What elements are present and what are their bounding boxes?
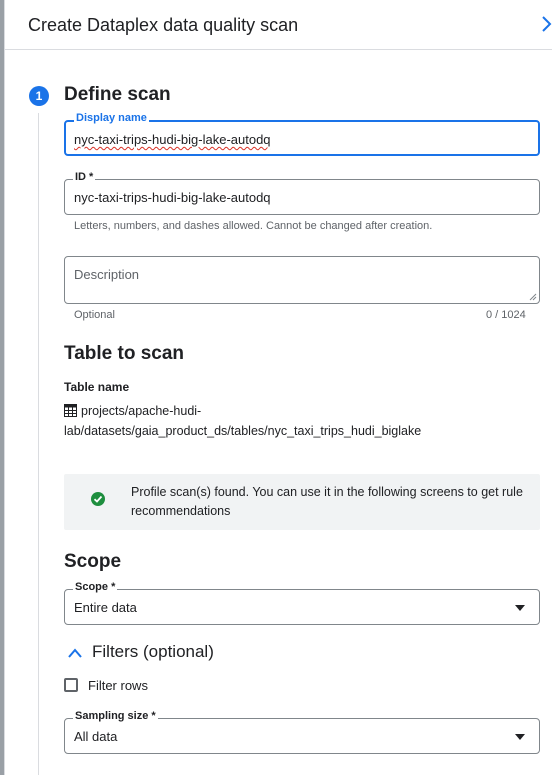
id-label: ID *: [73, 171, 96, 183]
description-placeholder: Description: [74, 267, 140, 282]
scope-section-title: Scope: [64, 551, 122, 572]
table-name-label: Table name: [64, 380, 130, 394]
scope-value: Entire data: [74, 600, 137, 615]
description-hint: Optional: [74, 309, 115, 321]
table-path-line2: lab/datasets/gaia_product_ds/tables/nyc_…: [64, 424, 422, 438]
chevron-up-icon[interactable]: [67, 647, 83, 659]
profile-scan-info-box: Profile scan(s) found. You can use it in…: [64, 474, 540, 530]
scope-select[interactable]: Scope * Entire data: [64, 581, 540, 625]
check-circle-icon: [91, 492, 105, 506]
filter-rows-checkbox[interactable]: [64, 678, 78, 692]
id-value[interactable]: nyc-taxi-trips-hudi-big-lake-autodq: [74, 190, 271, 205]
dropdown-arrow-icon[interactable]: [515, 605, 525, 611]
display-name-field[interactable]: Display name nyc-taxi-trips-hudi-big-lak…: [64, 112, 540, 156]
id-field[interactable]: ID * nyc-taxi-trips-hudi-big-lake-autodq: [64, 171, 540, 215]
panel-header: Create Dataplex data quality scan: [5, 0, 552, 50]
dropdown-arrow-icon[interactable]: [515, 734, 525, 740]
sampling-size-label: Sampling size *: [73, 710, 158, 722]
table-icon: [64, 404, 77, 417]
id-hint: Letters, numbers, and dashes allowed. Ca…: [74, 220, 433, 232]
description-counter: 0 / 1024: [486, 309, 526, 321]
sampling-size-value: All data: [74, 729, 118, 744]
profile-scan-info-text: Profile scan(s) found. You can use it in…: [131, 485, 523, 518]
chevron-right-icon[interactable]: [540, 14, 552, 34]
table-path: projects/apache-hudi- lab/datasets/gaia_…: [64, 401, 534, 441]
table-section-title: Table to scan: [64, 343, 185, 364]
panel-title: Create Dataplex data quality scan: [28, 15, 299, 35]
step-connector-line: [38, 113, 39, 775]
scope-label: Scope *: [73, 581, 118, 593]
panel-divider: [4, 0, 5, 775]
filter-rows-label[interactable]: Filter rows: [88, 678, 148, 693]
resize-handle-icon[interactable]: [529, 293, 537, 301]
description-field[interactable]: Description: [64, 256, 540, 304]
display-name-value[interactable]: nyc-taxi-trips-hudi-big-lake-autodq: [74, 132, 271, 147]
sampling-size-select[interactable]: Sampling size * All data: [64, 710, 540, 754]
step-number-badge: 1: [29, 86, 49, 106]
table-path-line1: projects/apache-hudi-: [81, 404, 202, 418]
display-name-label: Display name: [74, 112, 149, 124]
step-title: Define scan: [64, 84, 171, 105]
filters-label[interactable]: Filters (optional): [92, 642, 214, 662]
